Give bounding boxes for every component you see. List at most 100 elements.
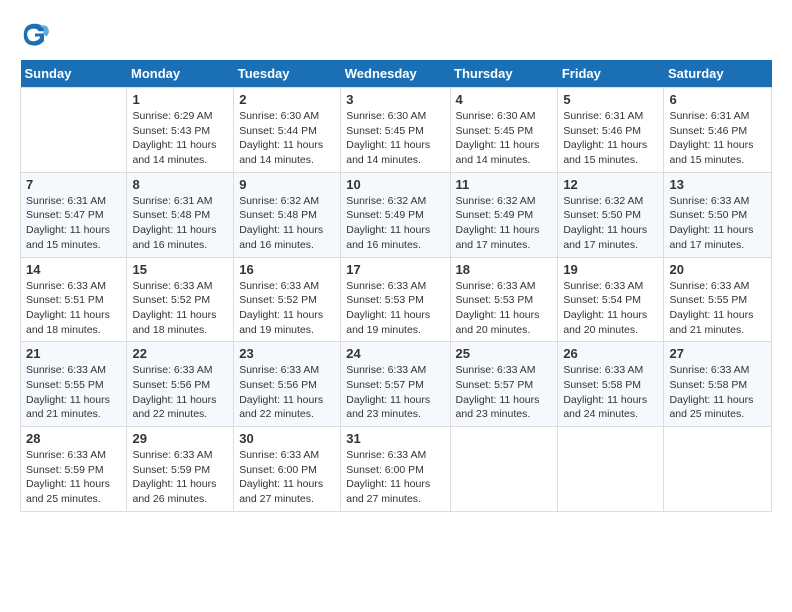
day-number: 27 <box>669 346 766 361</box>
day-info: Sunrise: 6:33 AMSunset: 5:56 PMDaylight:… <box>239 363 335 422</box>
day-number: 29 <box>132 431 228 446</box>
calendar-cell: 25Sunrise: 6:33 AMSunset: 5:57 PMDayligh… <box>450 342 558 427</box>
day-number: 24 <box>346 346 444 361</box>
calendar-cell: 27 Sunrise: 6:33 AMSunset: 5:58 PMDayligh… <box>664 342 772 427</box>
day-info: Sunrise: 6:33 AMSunset: 5:52 PMDaylight:… <box>132 279 228 338</box>
day-info: Sunrise: 6:33 AMSunset: 5:58 PMDaylight:… <box>669 363 766 422</box>
day-number: 17 <box>346 262 444 277</box>
day-info: Sunrise: 6:30 AMSunset: 5:45 PMDaylight:… <box>346 109 444 168</box>
day-info: Sunrise: 6:33 AMSunset: 5:55 PMDaylight:… <box>26 363 121 422</box>
day-number: 19 <box>563 262 658 277</box>
calendar-cell: 29 Sunrise: 6:33 AMSunset: 5:59 PMDayligh… <box>127 427 234 512</box>
day-number: 20 <box>669 262 766 277</box>
calendar-cell: 12 Sunrise: 6:32 AMSunset: 5:50 PMDayligh… <box>558 172 664 257</box>
day-number: 9 <box>239 177 335 192</box>
calendar-cell: 31 Sunrise: 6:33 AMSunset: 6:00 PMDayligh… <box>341 427 450 512</box>
day-number: 31 <box>346 431 444 446</box>
header <box>20 20 772 50</box>
day-number: 23 <box>239 346 335 361</box>
calendar-cell: 22 Sunrise: 6:33 AMSunset: 5:56 PMDayligh… <box>127 342 234 427</box>
calendar-cell: 11Sunrise: 6:32 AMSunset: 5:49 PMDayligh… <box>450 172 558 257</box>
calendar-cell: 8Sunrise: 6:31 AMSunset: 5:48 PMDaylight… <box>127 172 234 257</box>
weekday-header-saturday: Saturday <box>664 60 772 88</box>
calendar-cell: 15 Sunrise: 6:33 AMSunset: 5:52 PMDayligh… <box>127 257 234 342</box>
calendar-cell: 1 Sunrise: 6:29 AMSunset: 5:43 PMDaylight… <box>127 88 234 173</box>
day-info: Sunrise: 6:30 AMSunset: 5:45 PMDaylight:… <box>456 109 553 168</box>
day-info: Sunrise: 6:33 AMSunset: 6:00 PMDaylight:… <box>239 448 335 507</box>
day-info: Sunrise: 6:33 AMSunset: 5:53 PMDaylight:… <box>456 279 553 338</box>
day-info: Sunrise: 6:32 AMSunset: 5:48 PMDaylight:… <box>239 194 335 253</box>
calendar-header: SundayMondayTuesdayWednesdayThursdayFrid… <box>21 60 772 88</box>
calendar-cell: 18 Sunrise: 6:33 AMSunset: 5:53 PMDayligh… <box>450 257 558 342</box>
calendar-cell: 14 Sunrise: 6:33 AMSunset: 5:51 PMDayligh… <box>21 257 127 342</box>
day-number: 15 <box>132 262 228 277</box>
calendar-week-2: 7 Sunrise: 6:31 AMSunset: 5:47 PMDaylight… <box>21 172 772 257</box>
calendar-cell: 24 Sunrise: 6:33 AMSunset: 5:57 PMDayligh… <box>341 342 450 427</box>
calendar-cell: 23 Sunrise: 6:33 AMSunset: 5:56 PMDayligh… <box>234 342 341 427</box>
day-info: Sunrise: 6:30 AMSunset: 5:44 PMDaylight:… <box>239 109 335 168</box>
day-number: 18 <box>456 262 553 277</box>
day-info: Sunrise: 6:31 AMSunset: 5:47 PMDaylight:… <box>26 194 121 253</box>
calendar-cell: 20 Sunrise: 6:33 AMSunset: 5:55 PMDayligh… <box>664 257 772 342</box>
calendar-week-5: 28 Sunrise: 6:33 AMSunset: 5:59 PMDayligh… <box>21 427 772 512</box>
weekday-header-sunday: Sunday <box>21 60 127 88</box>
calendar-cell: 7 Sunrise: 6:31 AMSunset: 5:47 PMDaylight… <box>21 172 127 257</box>
calendar-cell <box>450 427 558 512</box>
day-info: Sunrise: 6:33 AMSunset: 5:55 PMDaylight:… <box>669 279 766 338</box>
day-number: 21 <box>26 346 121 361</box>
day-info: Sunrise: 6:31 AMSunset: 5:46 PMDaylight:… <box>563 109 658 168</box>
day-info: Sunrise: 6:33 AMSunset: 5:54 PMDaylight:… <box>563 279 658 338</box>
weekday-header-row: SundayMondayTuesdayWednesdayThursdayFrid… <box>21 60 772 88</box>
calendar-cell: 6Sunrise: 6:31 AMSunset: 5:46 PMDaylight… <box>664 88 772 173</box>
day-info: Sunrise: 6:33 AMSunset: 5:51 PMDaylight:… <box>26 279 121 338</box>
calendar-week-4: 21 Sunrise: 6:33 AMSunset: 5:55 PMDayligh… <box>21 342 772 427</box>
day-number: 22 <box>132 346 228 361</box>
calendar-body: 1 Sunrise: 6:29 AMSunset: 5:43 PMDaylight… <box>21 88 772 512</box>
day-info: Sunrise: 6:29 AMSunset: 5:43 PMDaylight:… <box>132 109 228 168</box>
day-number: 3 <box>346 92 444 107</box>
day-info: Sunrise: 6:33 AMSunset: 5:52 PMDaylight:… <box>239 279 335 338</box>
day-info: Sunrise: 6:33 AMSunset: 5:50 PMDaylight:… <box>669 194 766 253</box>
calendar-cell: 26Sunrise: 6:33 AMSunset: 5:58 PMDayligh… <box>558 342 664 427</box>
calendar-cell: 13Sunrise: 6:33 AMSunset: 5:50 PMDayligh… <box>664 172 772 257</box>
weekday-header-monday: Monday <box>127 60 234 88</box>
day-info: Sunrise: 6:33 AMSunset: 5:57 PMDaylight:… <box>456 363 553 422</box>
day-info: Sunrise: 6:31 AMSunset: 5:46 PMDaylight:… <box>669 109 766 168</box>
day-info: Sunrise: 6:33 AMSunset: 5:59 PMDaylight:… <box>26 448 121 507</box>
day-number: 5 <box>563 92 658 107</box>
calendar-cell: 21 Sunrise: 6:33 AMSunset: 5:55 PMDayligh… <box>21 342 127 427</box>
day-number: 10 <box>346 177 444 192</box>
day-info: Sunrise: 6:32 AMSunset: 5:50 PMDaylight:… <box>563 194 658 253</box>
calendar-cell: 5 Sunrise: 6:31 AMSunset: 5:46 PMDaylight… <box>558 88 664 173</box>
day-number: 11 <box>456 177 553 192</box>
calendar-cell <box>21 88 127 173</box>
day-number: 1 <box>132 92 228 107</box>
calendar-cell: 2 Sunrise: 6:30 AMSunset: 5:44 PMDaylight… <box>234 88 341 173</box>
day-info: Sunrise: 6:33 AMSunset: 5:59 PMDaylight:… <box>132 448 228 507</box>
day-number: 26 <box>563 346 658 361</box>
day-number: 14 <box>26 262 121 277</box>
calendar-cell: 30Sunrise: 6:33 AMSunset: 6:00 PMDayligh… <box>234 427 341 512</box>
day-number: 12 <box>563 177 658 192</box>
calendar-cell: 10 Sunrise: 6:32 AMSunset: 5:49 PMDayligh… <box>341 172 450 257</box>
day-number: 2 <box>239 92 335 107</box>
logo <box>20 20 55 50</box>
calendar-cell: 28 Sunrise: 6:33 AMSunset: 5:59 PMDayligh… <box>21 427 127 512</box>
day-number: 16 <box>239 262 335 277</box>
calendar-cell: 4Sunrise: 6:30 AMSunset: 5:45 PMDaylight… <box>450 88 558 173</box>
day-info: Sunrise: 6:32 AMSunset: 5:49 PMDaylight:… <box>346 194 444 253</box>
calendar-cell <box>664 427 772 512</box>
day-number: 7 <box>26 177 121 192</box>
day-info: Sunrise: 6:33 AMSunset: 6:00 PMDaylight:… <box>346 448 444 507</box>
calendar-cell: 17Sunrise: 6:33 AMSunset: 5:53 PMDayligh… <box>341 257 450 342</box>
calendar-cell: 3 Sunrise: 6:30 AMSunset: 5:45 PMDaylight… <box>341 88 450 173</box>
day-info: Sunrise: 6:31 AMSunset: 5:48 PMDaylight:… <box>132 194 228 253</box>
calendar-table: SundayMondayTuesdayWednesdayThursdayFrid… <box>20 60 772 512</box>
weekday-header-friday: Friday <box>558 60 664 88</box>
day-number: 28 <box>26 431 121 446</box>
weekday-header-tuesday: Tuesday <box>234 60 341 88</box>
calendar-cell: 16 Sunrise: 6:33 AMSunset: 5:52 PMDayligh… <box>234 257 341 342</box>
weekday-header-thursday: Thursday <box>450 60 558 88</box>
day-info: Sunrise: 6:33 AMSunset: 5:56 PMDaylight:… <box>132 363 228 422</box>
day-info: Sunrise: 6:33 AMSunset: 5:57 PMDaylight:… <box>346 363 444 422</box>
